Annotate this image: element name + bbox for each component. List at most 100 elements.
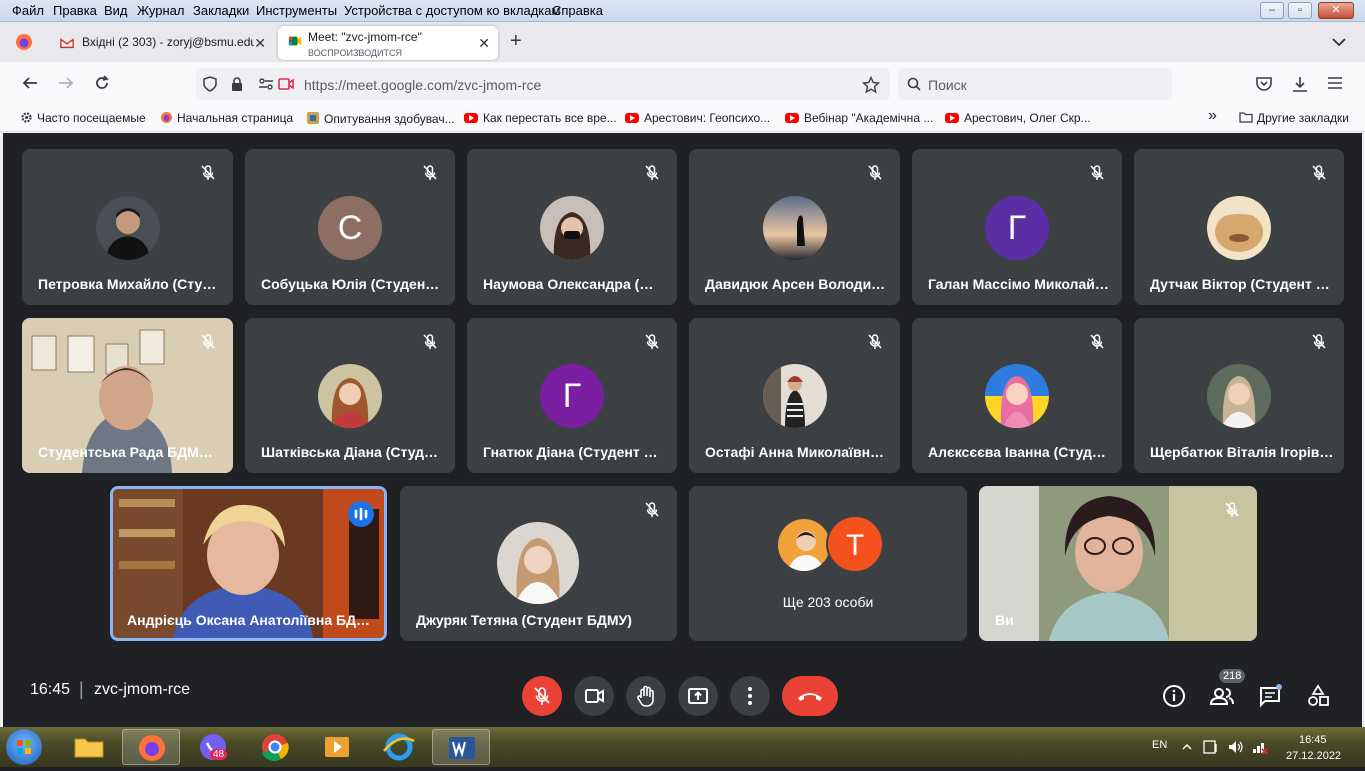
participant-tile[interactable]: С Собуцька Юлія (Студен… (245, 149, 455, 305)
navigation-bar: https://meet.google.com/zvc-jmom-rce Пои… (0, 62, 1365, 106)
gear-icon (21, 112, 32, 123)
participant-video-tile[interactable]: Студентська Рада БДМ… (22, 318, 233, 473)
leave-call-button[interactable] (782, 676, 838, 716)
search-bar[interactable]: Поиск (898, 68, 1172, 100)
more-participants-label: Ще 203 особи (782, 594, 874, 610)
self-video-tile[interactable]: Ви (979, 486, 1257, 641)
participant-tile[interactable]: Алєксєєва Іванна (Студ… (912, 318, 1122, 473)
show-hidden-icons-icon[interactable] (1182, 743, 1192, 751)
chrome-icon (262, 734, 289, 762)
activities-button[interactable] (1301, 679, 1335, 713)
reload-icon[interactable] (92, 74, 112, 94)
tab-meet[interactable]: Meet: "zvc-jmom-rce" ВОСПРОИЗВОДИТСЯ ✕ (278, 26, 498, 60)
camera-toggle-button[interactable] (574, 676, 614, 716)
taskbar-firefox[interactable] (122, 729, 180, 765)
shield-icon[interactable] (202, 76, 218, 92)
participant-tile[interactable]: Наумова Олександра (… (467, 149, 677, 305)
taskbar-explorer[interactable] (60, 729, 118, 765)
taskbar-media-player[interactable] (308, 729, 366, 765)
clock-time[interactable]: 16:45 (1299, 734, 1327, 746)
participant-tile[interactable]: Г Гнатюк Діана (Студент … (467, 318, 677, 473)
muted-mic-icon (645, 334, 659, 349)
hamburger-menu-icon[interactable] (1327, 76, 1343, 90)
taskbar-viber[interactable]: 48 (184, 729, 242, 765)
bookmark-youtube-4[interactable]: Арестович, Олег Скр... (945, 111, 1091, 125)
participant-tile[interactable]: Щербатюк Віталія Ігорів… (1134, 318, 1344, 473)
menu-bookmarks[interactable]: Закладки (193, 3, 249, 18)
back-icon[interactable] (20, 74, 40, 94)
url-bar[interactable]: https://meet.google.com/zvc-jmom-rce (196, 68, 890, 100)
participant-name: Ви (995, 612, 1014, 628)
bookmark-other-folder[interactable]: Другие закладки (1239, 111, 1349, 125)
tab-meet-title: Meet: "zvc-jmom-rce" (308, 30, 422, 44)
menu-history[interactable]: Журнал (137, 3, 184, 18)
close-window-button[interactable]: ✕ (1318, 2, 1354, 19)
active-speaker-tile[interactable]: Андрієць Оксана Анатоліївна БД… (110, 486, 387, 641)
start-button[interactable] (6, 729, 42, 765)
bookmark-youtube-2[interactable]: Арестович: Геопсихо... (625, 111, 770, 125)
menu-synced-tabs[interactable]: Устройства с доступом ко вкладкам (344, 3, 560, 18)
menu-view[interactable]: Вид (104, 3, 128, 18)
tab-gmail[interactable]: Вхідні (2 303) - zoryj@bsmu.edu ✕ (52, 26, 274, 60)
word-icon (449, 737, 475, 759)
action-center-icon[interactable] (1203, 740, 1219, 754)
bookmarks-overflow-icon[interactable]: » (1208, 107, 1217, 125)
close-tab-icon[interactable]: ✕ (254, 35, 266, 52)
participant-name: Давидюк Арсен Володи… (705, 276, 886, 292)
activities-icon (1308, 684, 1329, 706)
more-participants-tile[interactable]: Т Ще 203 особи (689, 486, 967, 641)
participant-tile[interactable]: Шатківська Діана (Студ… (245, 318, 455, 473)
bookmark-most-visited[interactable]: Часто посещаемые (20, 111, 146, 125)
menu-tools[interactable]: Инструменты (256, 3, 337, 18)
bookmark-youtube-1[interactable]: Как перестать все вре... (464, 111, 617, 125)
people-button[interactable]: 218 (1205, 669, 1246, 713)
forward-icon[interactable] (56, 74, 76, 94)
avatar: Г (540, 364, 604, 428)
participant-name: Джуряк Тетяна (Студент БДМУ) (416, 612, 632, 628)
muted-mic-icon (201, 165, 215, 180)
raise-hand-button[interactable] (626, 676, 666, 716)
close-tab-icon[interactable]: ✕ (478, 35, 490, 52)
menu-file[interactable]: Файл (12, 3, 44, 18)
taskbar-ie[interactable] (370, 729, 428, 765)
maximize-button[interactable]: ▫ (1288, 2, 1312, 19)
bookmarks-toolbar: Часто посещаемые Начальная страница Опит… (0, 106, 1365, 132)
avatar (763, 364, 827, 428)
taskbar-chrome[interactable] (246, 729, 304, 765)
language-indicator[interactable]: EN (1152, 739, 1167, 751)
list-tabs-icon[interactable] (1332, 34, 1346, 47)
url-text[interactable]: https://meet.google.com/zvc-jmom-rce (304, 77, 541, 93)
participant-tile[interactable]: Г Галан Массімо Миколай… (912, 149, 1122, 305)
new-tab-button[interactable]: + (510, 30, 522, 53)
participant-tile[interactable]: Дутчак Віктор (Студент … (1134, 149, 1344, 305)
clock-date[interactable]: 27.12.2022 (1286, 750, 1341, 762)
mic-toggle-button[interactable] (522, 676, 562, 716)
participant-tile[interactable]: Петровка Михайло (Сту… (22, 149, 233, 305)
bookmark-survey[interactable]: Опитування здобувач... (306, 111, 455, 126)
volume-icon[interactable] (1228, 740, 1244, 754)
downloads-icon[interactable] (1291, 75, 1309, 93)
firefox-view-button[interactable] (14, 32, 34, 52)
lock-icon[interactable] (230, 76, 244, 92)
permissions-icon[interactable] (258, 77, 274, 91)
bookmark-star-icon[interactable] (862, 76, 880, 94)
network-icon[interactable] (1252, 740, 1268, 754)
more-options-button[interactable] (730, 676, 770, 716)
participant-tile[interactable]: Джуряк Тетяна (Студент БДМУ) (400, 486, 677, 641)
muted-mic-icon (645, 502, 659, 517)
camera-sharing-icon[interactable] (278, 77, 294, 91)
present-screen-button[interactable] (678, 676, 718, 716)
taskbar-word[interactable] (432, 729, 490, 765)
menu-edit[interactable]: Правка (53, 3, 97, 18)
bookmark-home[interactable]: Начальная страница (160, 111, 293, 125)
meeting-controls-bar: 16:45 | zvc-jmom-rce 218 (3, 661, 1362, 727)
participant-tile[interactable]: Остафі Анна Миколаївн… (689, 318, 900, 473)
menu-help[interactable]: Справка (552, 3, 603, 18)
pocket-icon[interactable] (1255, 76, 1273, 92)
meeting-details-button[interactable] (1157, 679, 1191, 713)
muted-mic-icon (1090, 334, 1104, 349)
participant-tile[interactable]: Давидюк Арсен Володи… (689, 149, 900, 305)
bookmark-youtube-3[interactable]: Вебінар "Академічна ... (785, 111, 933, 125)
minimize-button[interactable]: – (1260, 2, 1284, 19)
chat-button[interactable] (1253, 679, 1287, 713)
